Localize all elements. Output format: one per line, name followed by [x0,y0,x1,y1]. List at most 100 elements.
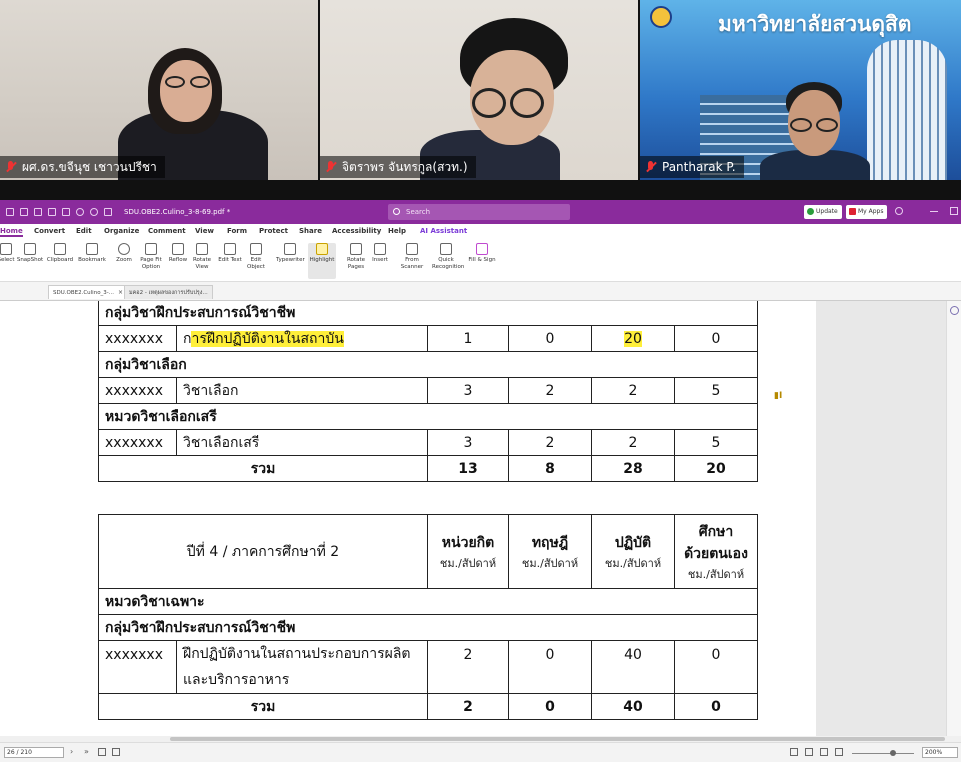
video-tile-2[interactable]: จิตราพร จันทรกูล(สวท.) [320,0,638,180]
menu-organize[interactable]: Organize [104,227,139,235]
ribbon-clipboard-button[interactable]: Clipboard [46,243,74,264]
menu-home[interactable]: Home [0,227,23,237]
header-practice: ปฏิบัติ ชม./สัปดาห์ [591,514,675,589]
table-row: xxxxxxx ฝึกปฏิบัติงานในสถานประกอบการผลิต… [98,640,758,694]
search-box[interactable]: Search [388,204,570,220]
participant-name-tag: ผศ.ดร.ขจีนุช เชาวนปรีชา [0,156,165,178]
camera-icon [24,243,36,255]
zoom-slider[interactable] [852,750,914,756]
menu-ai-assistant[interactable]: AI Assistant [420,227,467,235]
mic-off-icon [644,160,658,174]
open-icon[interactable] [20,208,28,216]
course-code: xxxxxxx [98,640,177,694]
menu-convert[interactable]: Convert [34,227,65,235]
copy-page-icon[interactable] [112,748,120,756]
scrollbar-thumb[interactable] [170,737,945,741]
highlight-icon [316,243,328,255]
menu-edit[interactable]: Edit [76,227,92,235]
participant-name: จิตราพร จันทรกูล(สวท.) [342,160,468,174]
menu-comment[interactable]: Comment [148,227,186,235]
continuous-icon[interactable] [805,748,813,756]
sum-credits: 13 [427,455,509,482]
update-icon [807,208,814,215]
pdf-page[interactable]: กลุ่มวิชาฝึกประสบการณ์วิชาชีพ xxxxxxx การฝ… [0,301,816,736]
cursor-icon [0,243,12,255]
ribbon-insert-button[interactable]: Insert [366,243,394,264]
apps-icon [849,208,856,215]
pdf-editor-window: SDU.OBE2.Culino_3-8-69.pdf * Search Upda… [0,200,961,762]
continuous-facing-icon[interactable] [835,748,843,756]
undo-icon[interactable] [76,208,84,216]
highlighted-text[interactable]: 20 [624,330,642,347]
title-bar: SDU.OBE2.Culino_3-8-69.pdf * Search Upda… [0,200,961,224]
zoom-level-field[interactable]: 200% [922,747,958,758]
maximize-icon[interactable] [950,207,958,215]
menu-help[interactable]: Help [388,227,406,235]
video-tile-1[interactable]: ผศ.ดร.ขจีนุช เชาวนปรีชา [0,0,318,180]
table-group-row: หมวดวิชาเลือกเสรี [98,403,758,430]
zoom-icon [118,243,130,255]
account-icon[interactable] [895,207,903,215]
update-button[interactable]: Update [804,205,842,219]
ribbon-highlight-button[interactable]: Highlight [308,243,336,279]
my-apps-label: My Apps [858,208,884,215]
ribbon-label: Select [0,257,15,263]
ribbon-edit-object-button[interactable]: Edit Object [242,243,270,271]
menu-protect[interactable]: Protect [259,227,288,235]
last-page-icon[interactable]: » [84,747,89,756]
page-view-icon[interactable] [98,748,106,756]
header-theory: ทฤษฎี ชม./สัปดาห์ [508,514,592,589]
zoom-knob[interactable] [890,750,896,756]
document-viewport[interactable]: กลุ่มวิชาฝึกประสบการณ์วิชาชีพ xxxxxxx การฝ… [0,301,961,736]
ribbon-label: Zoom [116,257,132,263]
menu-form[interactable]: Form [227,227,247,235]
ribbon-snapshot-button[interactable]: SnapShot [16,243,44,264]
facing-icon[interactable] [820,748,828,756]
highlighted-text[interactable]: ารฝึกปฏิบัติงานในสถาบัน [191,330,344,347]
participant-name-tag: Pantharak P. [640,156,744,178]
ribbon-zoom-button[interactable]: Zoom [110,243,138,264]
sum-practice: 28 [591,455,675,482]
ribbon-from-scanner-button[interactable]: From Scanner [398,243,426,271]
page-fit-icon [145,243,157,255]
course-self-study: 5 [674,377,758,404]
ribbon-page-fit-option-button[interactable]: Page Fit Option [137,243,165,271]
video-divider [0,180,961,200]
ribbon-label: Insert [372,257,388,263]
video-tile-3[interactable]: มหาวิทยาลัยสวนดุสิต Pantharak P. [640,0,961,180]
ribbon-fill-sign-button[interactable]: Fill & Sign [468,243,496,264]
tab-label: มคอ2 - เหตุผลของการปรับปรุง... [129,290,208,296]
ribbon-quick-recognition-button[interactable]: Quick Recognition [432,243,464,271]
menu-view[interactable]: View [195,227,214,235]
save-icon[interactable] [48,208,56,216]
redo-icon[interactable] [90,208,98,216]
my-apps-button[interactable]: My Apps [846,205,888,219]
ribbon-label: Edit Text [218,257,242,263]
hand-tool-icon[interactable] [104,208,112,216]
reflow-icon [172,243,184,255]
next-page-icon[interactable]: › [70,747,73,756]
course-theory: 2 [508,429,592,456]
ribbon-typewriter-button[interactable]: Typewriter [276,243,305,264]
ai-assistant-icon[interactable] [950,306,959,315]
tab-label: SDU.OBE2.Culino_3-... [53,290,115,296]
close-icon[interactable]: × [118,289,123,296]
page-number-field[interactable]: 26 / 210 [4,747,64,758]
document-tab[interactable]: มคอ2 - เหตุผลของการปรับปรุง... [124,285,213,299]
ribbon-label: SnapShot [16,257,44,263]
document-tab-active[interactable]: SDU.OBE2.Culino_3-... × [48,285,129,299]
ribbon-bookmark-button[interactable]: Bookmark [78,243,106,264]
menu-share[interactable]: Share [299,227,322,235]
document-title: SDU.OBE2.Culino_3-8-69.pdf * [124,208,231,216]
ribbon-rotate-view-button[interactable]: Rotate View [188,243,216,271]
single-page-icon[interactable] [790,748,798,756]
course-credits: 3 [427,429,509,456]
minimize-icon[interactable] [930,211,938,212]
participant-name: Pantharak P. [662,160,736,174]
print-icon[interactable] [34,208,42,216]
sum-theory: 8 [508,455,592,482]
save-as-icon[interactable] [62,208,70,216]
new-icon[interactable] [6,208,14,216]
ribbon-edit-text-button[interactable]: Edit Text [216,243,244,264]
menu-accessibility[interactable]: Accessibility [332,227,381,235]
